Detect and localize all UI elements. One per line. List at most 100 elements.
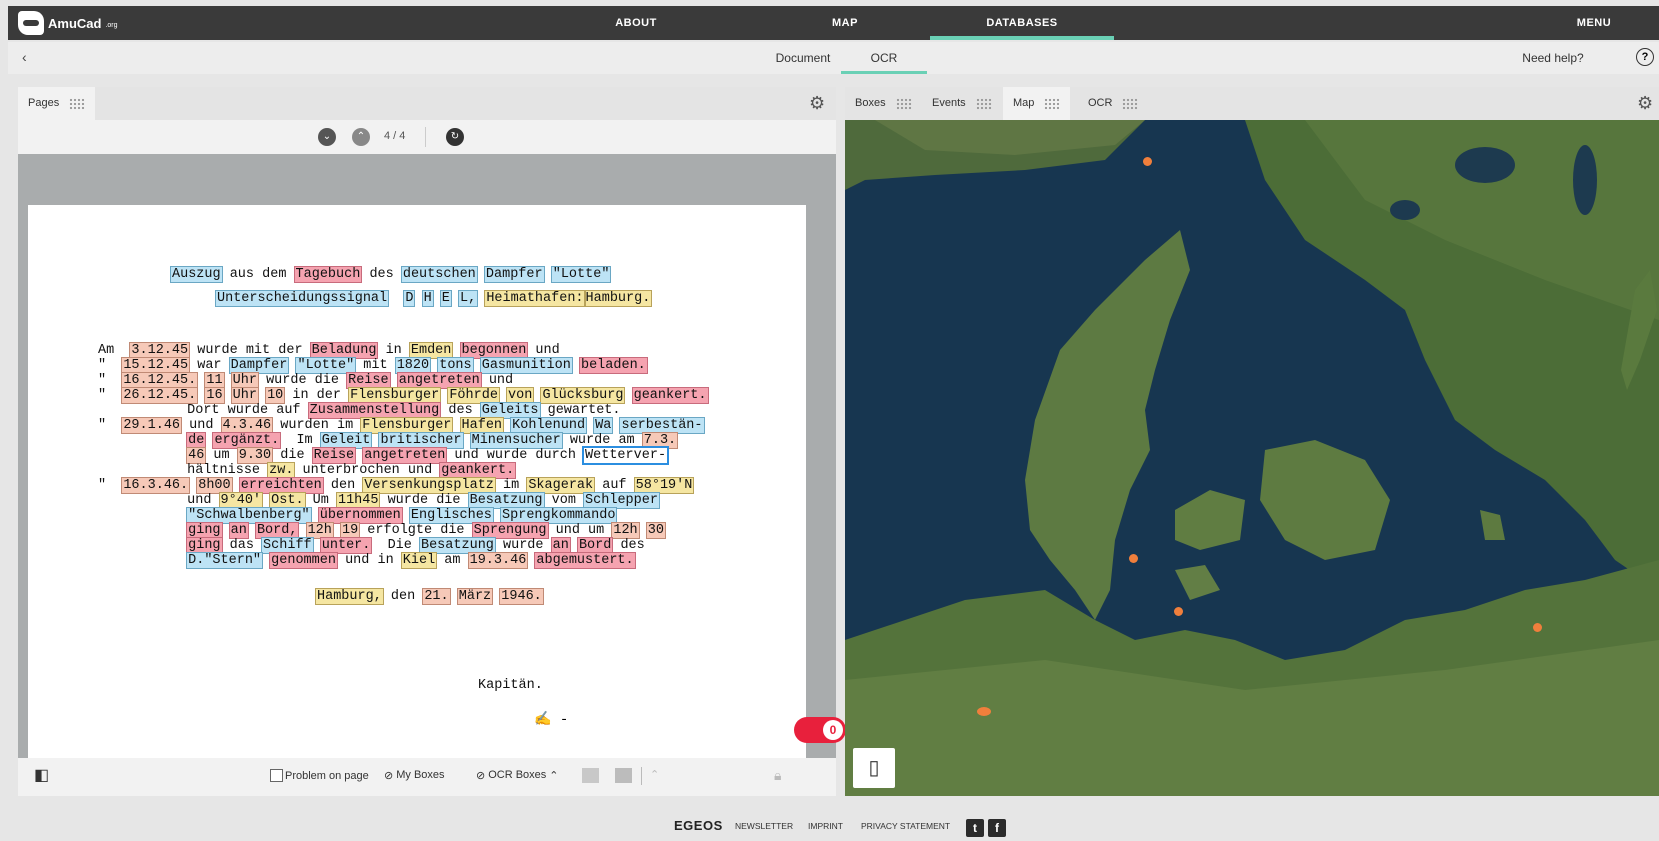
my-boxes-toggle[interactable]: ⊘ My Boxes — [384, 769, 445, 782]
privacy-statement-link[interactable]: PRIVACY STATEMENT — [861, 812, 950, 841]
ocr-word-box[interactable]: britischer — [378, 432, 464, 449]
tab-pages[interactable]: Pages — [18, 87, 96, 120]
ocr-word-box[interactable]: Unterscheidungssignal — [214, 290, 390, 307]
ocr-word-box[interactable]: 3.12.45 — [129, 342, 191, 359]
ocr-word-box[interactable]: März — [456, 588, 494, 605]
ocr-word-box[interactable]: de — [186, 432, 207, 449]
ocr-word-box[interactable]: deutschen — [400, 266, 478, 283]
ocr-word-box[interactable]: an — [550, 537, 571, 554]
ocr-word-box[interactable]: Wa — [593, 417, 614, 434]
ocr-word-box[interactable]: unter. — [319, 537, 373, 554]
ocr-word-box[interactable]: Beladung — [309, 342, 379, 359]
tab-ocr-panel[interactable]: OCR — [1078, 87, 1149, 120]
ocr-word-box[interactable]: 16.3.46. — [121, 477, 191, 494]
ocr-word-box[interactable]: 7.3. — [641, 432, 679, 449]
ocr-word-box[interactable]: 15.12.45 — [121, 357, 191, 374]
ocr-word-box[interactable]: Englisches — [408, 507, 494, 524]
ocr-word-box[interactable]: geankert. — [631, 387, 709, 404]
amucad-logo[interactable]: AmuCad .org — [18, 11, 118, 35]
ocr-word-box[interactable]: 9°40' — [218, 492, 264, 509]
lock-icon[interactable]: 🔒︎ — [774, 767, 781, 784]
tab-ocr[interactable]: OCR — [841, 42, 927, 74]
split-view-icon[interactable]: ◧ — [34, 768, 49, 784]
ocr-word-box[interactable]: E — [439, 290, 452, 307]
ocr-word-box[interactable]: 16.12.45. — [121, 372, 199, 389]
ocr-word-box[interactable]: an — [228, 522, 249, 539]
ocr-word-box[interactable]: Reise — [346, 372, 391, 389]
ocr-word-box[interactable]: 1946. — [499, 588, 544, 605]
tab-events[interactable]: Events — [922, 87, 1002, 120]
ocr-word-box[interactable]: "Lotte" — [295, 357, 357, 374]
facebook-icon[interactable]: f — [988, 819, 1006, 837]
ocr-word-box[interactable]: 12h — [611, 522, 640, 539]
nav-map[interactable]: MAP — [820, 6, 870, 40]
ocr-word-box[interactable]: Geleit — [319, 432, 373, 449]
ocr-word-box[interactable]: Dampfer — [483, 266, 545, 283]
drag-grip-icon[interactable] — [1044, 97, 1061, 110]
nav-about[interactable]: ABOUT — [606, 6, 666, 40]
nav-databases[interactable]: DATABASES — [930, 6, 1114, 40]
ocr-word-box[interactable]: Flensburger — [348, 387, 442, 404]
ocr-word-box[interactable]: von — [506, 387, 535, 404]
ocr-word-box[interactable]: ergänzt. — [212, 432, 282, 449]
ocr-word-box[interactable]: 58°19'N — [633, 477, 695, 494]
ocr-word-box[interactable]: Besatzung — [418, 537, 496, 554]
copy-boxes-icon[interactable] — [582, 768, 599, 783]
imprint-link[interactable]: IMPRINT — [808, 812, 843, 841]
ocr-word-box[interactable]: Heimathafen: — [484, 290, 586, 307]
ocr-word-box[interactable]: D."Stern" — [186, 552, 264, 569]
drag-grip-icon[interactable] — [69, 97, 86, 110]
ocr-word-box[interactable]: abgemustert. — [534, 552, 636, 569]
chevron-up-icon[interactable]: ⌃ — [650, 768, 659, 781]
ocr-word-box[interactable]: genommen — [269, 552, 338, 569]
ocr-word-box[interactable]: "Lotte" — [550, 266, 612, 283]
map-layers-button[interactable]: ▯ — [853, 748, 895, 788]
ocr-word-box[interactable]: Hafen — [459, 417, 505, 434]
ocr-word-box[interactable]: 11 — [204, 372, 225, 389]
ocr-word-box[interactable]: serbestän- — [619, 417, 705, 434]
satellite-map[interactable]: ▯ — [845, 120, 1659, 796]
ocr-word-box[interactable]: Bord, — [254, 522, 300, 539]
ocr-word-box[interactable]: Hamburg. — [583, 290, 653, 307]
square-box-icon[interactable] — [615, 768, 632, 783]
ocr-word-box[interactable]: Föhrde — [447, 387, 500, 404]
ocr-word-box[interactable]: ging — [186, 537, 223, 554]
ocr-word-box[interactable]: 1820 — [394, 357, 432, 374]
drag-grip-icon[interactable] — [895, 97, 912, 110]
map-marker[interactable] — [1533, 623, 1542, 632]
ocr-word-box[interactable]: Reise — [311, 447, 357, 464]
ocr-word-box[interactable]: Minensucher — [469, 432, 563, 449]
ocr-word-box[interactable]: Versenkungsplatz — [362, 477, 496, 494]
map-marker[interactable] — [1143, 157, 1152, 166]
ocr-word-box[interactable]: Uhr — [230, 372, 259, 389]
help-icon[interactable]: ? — [1636, 48, 1654, 66]
ocr-word-box[interactable]: 26.12.45. — [121, 387, 199, 404]
ocr-word-box[interactable]: 4.3.46 — [220, 417, 274, 434]
ocr-word-box[interactable]: übernommen — [317, 507, 403, 524]
ocr-word-box[interactable]: angetreten — [396, 372, 482, 389]
settings-gear-icon[interactable]: ⚙ — [1637, 94, 1653, 112]
ocr-word-box[interactable]: Sprengung — [471, 522, 549, 539]
ocr-word-box[interactable]: Bord — [576, 537, 614, 554]
ocr-word-box[interactable]: ging — [186, 522, 223, 539]
settings-gear-icon[interactable]: ⚙ — [809, 94, 825, 112]
ocr-word-box[interactable]: Zusammenstellung — [307, 402, 442, 419]
ocr-word-box[interactable]: Emden — [408, 342, 454, 359]
ocr-word-box[interactable]: Kiel — [400, 552, 438, 569]
ocr-word-box[interactable]: Schlepper — [583, 492, 660, 509]
ocr-word-box[interactable]: D — [403, 290, 416, 307]
ocr-word-box[interactable]: Kohlenund — [510, 417, 588, 434]
ocr-word-box[interactable]: 12h — [305, 522, 334, 539]
ocr-word-box[interactable]: 29.1.46 — [121, 417, 183, 434]
ocr-word-box[interactable]: 19 — [339, 522, 361, 539]
ocr-word-box[interactable]: begonnen — [459, 342, 529, 359]
map-marker[interactable] — [1129, 554, 1138, 563]
ocr-word-box[interactable]: 8h00 — [196, 477, 233, 494]
newsletter-link[interactable]: NEWSLETTER — [735, 812, 793, 841]
ocr-word-box[interactable]: tons — [437, 357, 474, 374]
ocr-word-box[interactable]: Flensburger — [360, 417, 454, 434]
ocr-word-box[interactable]: H — [421, 290, 434, 307]
ocr-word-box[interactable]: 46 — [186, 447, 207, 464]
refresh-icon[interactable]: ↻ — [446, 128, 464, 146]
tab-boxes[interactable]: Boxes — [845, 87, 922, 120]
